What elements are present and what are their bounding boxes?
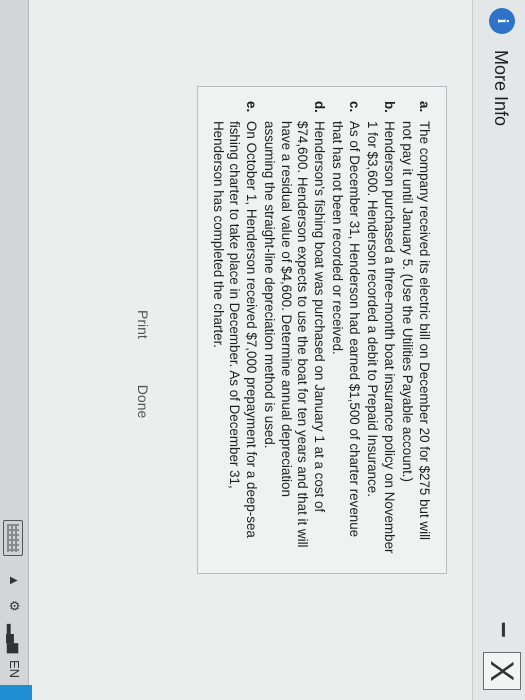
tray-arrow-icon[interactable]: ▲	[7, 574, 22, 587]
info-icon: i	[489, 8, 515, 34]
dialog-title: More Info	[491, 50, 511, 127]
screen: i More Info − X a. The company received …	[0, 0, 525, 700]
item-letter: b.	[382, 101, 397, 113]
info-item-e: e. On October 1, Henderson received $7,0…	[210, 101, 259, 557]
item-letter: e.	[244, 101, 259, 113]
minimize-button[interactable]: −	[487, 622, 519, 638]
language-indicator[interactable]: EN	[7, 660, 22, 678]
keyboard-icon[interactable]	[3, 520, 23, 556]
done-button[interactable]: Done	[131, 375, 155, 428]
taskbar: ▲ ⚙ ▂▄▆ EN	[0, 0, 29, 700]
network-icon[interactable]: ⚙	[6, 600, 22, 612]
item-text: Henderson's fishing boat was purchased o…	[262, 121, 328, 548]
item-text: As of December 31, Henderson had earned …	[330, 121, 363, 538]
item-letter: c.	[347, 101, 362, 113]
item-text: Henderson purchased a three-month boat i…	[365, 121, 398, 554]
info-item-d: d. Henderson's fishing boat was purchase…	[261, 101, 328, 557]
dialog-titlebar: i More Info − X	[472, 0, 525, 700]
taskbar-accent	[0, 685, 32, 700]
close-button[interactable]: X	[483, 652, 521, 690]
item-letter: d.	[312, 101, 327, 113]
info-item-c: c. As of December 31, Henderson had earn…	[329, 101, 363, 557]
item-letter: a.	[417, 101, 432, 113]
more-info-dialog: i More Info − X a. The company received …	[0, 0, 525, 700]
item-text: The company received its electric bill o…	[400, 121, 433, 541]
print-button[interactable]: Print	[131, 300, 155, 349]
info-item-a: a. The company received its electric bil…	[399, 101, 433, 557]
item-text: On October 1, Henderson received $7,000 …	[211, 121, 259, 538]
signal-icon[interactable]: ▂▄▆	[6, 624, 22, 653]
info-content: a. The company received its electric bil…	[197, 86, 447, 574]
info-item-b: b. Henderson purchased a three-month boa…	[364, 101, 398, 557]
dialog-buttons: Print Done	[131, 300, 155, 428]
